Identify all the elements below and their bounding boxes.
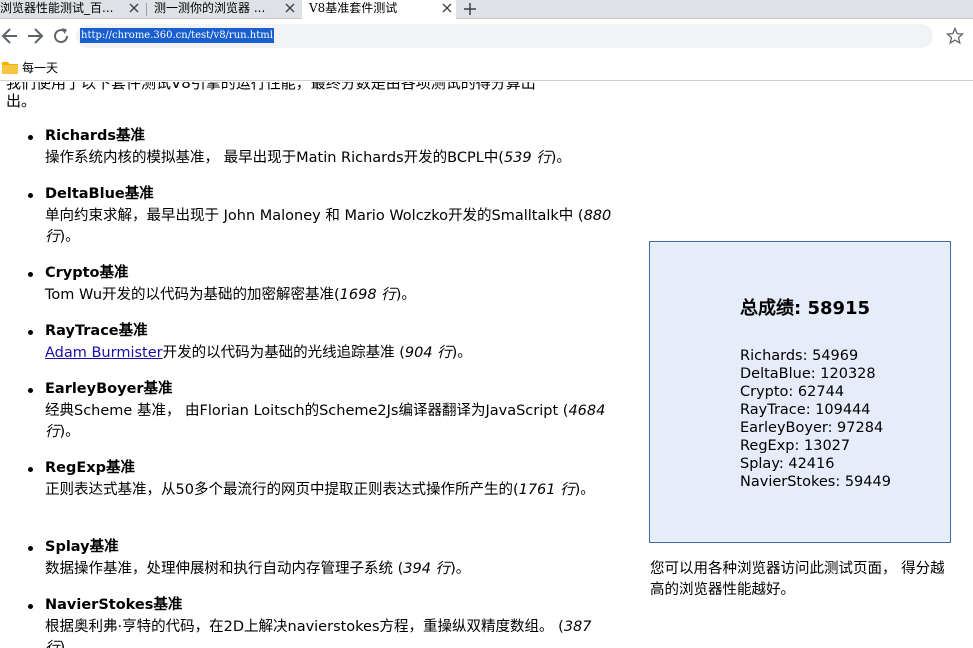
score-crypto: Crypto: 62744 <box>740 384 845 400</box>
benchmark-item-navierstokes: NavierStokes基准 根据奥利弗·亨特的代码，在2D上解决naviers… <box>28 595 615 648</box>
score-richards: Richards: 54969 <box>740 348 859 364</box>
benchmark-name: RegExp基准 <box>45 460 136 476</box>
score-panel: 总成绩: 58915 Richards: 54969 DeltaBlue: 12… <box>649 241 951 543</box>
url-text[interactable]: http://chrome.360.cn/test/v8/run.html <box>80 28 274 43</box>
tab-strip: 浏览器性能测试_百... 测一测你的浏览器 ... V8基准套件测试 <box>0 0 973 19</box>
bullet <box>28 546 33 551</box>
benchmark-name: Richards基准 <box>45 128 145 144</box>
benchmark-name: NavierStokes基准 <box>45 597 183 613</box>
benchmark-name: DeltaBlue基准 <box>45 186 154 202</box>
score-raytrace: RayTrace: 109444 <box>740 402 871 418</box>
intro-text-end: 出。 <box>6 92 37 110</box>
bookmark-star-icon[interactable] <box>946 27 964 45</box>
tab-test-your-browser[interactable]: 测一测你的浏览器 ... <box>146 0 302 19</box>
benchmark-item-regexp: RegExp基准 正则表达式基准，从50多个最流行的网页中提取正则表达式操作所产… <box>28 458 615 501</box>
bullet <box>28 193 33 198</box>
benchmark-name: RayTrace基准 <box>45 323 148 339</box>
benchmark-item-splay: Splay基准 数据操作基准，处理伸展树和执行自动内存管理子系统 (394 行)… <box>28 537 615 580</box>
benchmark-item-raytrace: RayTrace基准 Adam Burmister开发的以代码为基础的光线追踪基… <box>28 321 615 364</box>
score-splay: Splay: 42416 <box>740 456 835 472</box>
tab-v8-benchmark[interactable]: V8基准套件测试 <box>302 0 456 19</box>
bullet <box>28 604 33 609</box>
close-icon[interactable] <box>440 1 454 15</box>
benchmark-desc: 经典Scheme 基准， 由Florian Loitsch的Scheme2Js编… <box>45 402 606 441</box>
close-icon[interactable] <box>127 1 141 15</box>
benchmark-item-crypto: Crypto基准 Tom Wu开发的以代码为基础的加密解密基准(1698 行)。 <box>28 263 615 306</box>
bullet <box>28 388 33 393</box>
bullet <box>28 272 33 277</box>
reload-icon[interactable] <box>51 26 71 46</box>
benchmark-desc: 操作系统内核的模拟基准， 最早出现于Matin Richards开发的BCPL中… <box>45 149 571 166</box>
new-tab-plus-icon[interactable] <box>462 1 478 17</box>
benchmark-item-richards: Richards基准 操作系统内核的模拟基准， 最早出现于Matin Richa… <box>28 126 615 169</box>
intro-text-cut: 我们使用了以下套件测试V8引擎的运行性能，最终分数是由各项测试的得分算出 <box>6 82 536 92</box>
toolbar: http://chrome.360.cn/test/v8/run.html <box>0 19 973 55</box>
back-arrow-icon[interactable] <box>0 26 20 46</box>
benchmark-desc: Tom Wu开发的以代码为基础的加密解密基准(1698 行)。 <box>45 286 416 303</box>
page-content: 我们使用了以下套件测试V8引擎的运行性能，最终分数是由各项测试的得分算出 出。 … <box>0 82 973 648</box>
tab-title: 测一测你的浏览器 ... <box>154 1 266 15</box>
benchmark-name: Crypto基准 <box>45 265 129 281</box>
author-link[interactable]: Adam Burmister <box>45 345 163 361</box>
benchmark-name: EarleyBoyer基准 <box>45 381 173 397</box>
benchmark-desc: 数据操作基准，处理伸展树和执行自动内存管理子系统 (394 行)。 <box>45 560 471 577</box>
bookmark-label: 每一天 <box>22 61 59 75</box>
tab-title: V8基准套件测试 <box>309 1 398 15</box>
benchmark-item-deltablue: DeltaBlue基准 单向约束求解，最早出现于 John Maloney 和 … <box>28 184 615 249</box>
bullet <box>28 330 33 335</box>
tab-title: 浏览器性能测试_百... <box>0 1 114 15</box>
close-icon[interactable] <box>283 1 297 15</box>
score-regexp: RegExp: 13027 <box>740 438 851 454</box>
bullet <box>28 135 33 140</box>
total-score: 总成绩: 58915 <box>740 298 871 319</box>
bullet <box>28 467 33 472</box>
bookmarks-bar: 每一天 <box>0 55 973 81</box>
benchmark-desc: Adam Burmister开发的以代码为基础的光线追踪基准 (904 行)。 <box>45 344 472 361</box>
score-note: 您可以用各种浏览器访问此测试页面， 得分越高的浏览器性能越好。 <box>650 561 945 598</box>
score-deltablue: DeltaBlue: 120328 <box>740 366 876 382</box>
tab-browser-performance[interactable]: 浏览器性能测试_百... <box>0 0 146 19</box>
benchmark-desc: 根据奥利弗·亨特的代码，在2D上解决navierstokes方程，重操纵双精度数… <box>45 618 592 648</box>
benchmark-desc: 单向约束求解，最早出现于 John Maloney 和 Mario Wolczk… <box>45 207 612 246</box>
address-bar[interactable]: http://chrome.360.cn/test/v8/run.html <box>76 24 933 48</box>
benchmark-name: Splay基准 <box>45 539 119 555</box>
benchmark-item-earleyboyer: EarleyBoyer基准 经典Scheme 基准， 由Florian Loit… <box>28 379 615 444</box>
folder-icon <box>2 62 18 74</box>
score-navierstokes: NavierStokes: 59449 <box>740 474 891 490</box>
score-earleyboyer: EarleyBoyer: 97284 <box>740 420 884 436</box>
benchmark-desc: 正则表达式基准，从50多个最流行的网页中提取正则表达式操作所产生的(1761 行… <box>45 481 595 498</box>
forward-arrow-icon[interactable] <box>25 26 45 46</box>
score-list: Richards: 54969 DeltaBlue: 120328 Crypto… <box>740 347 891 491</box>
